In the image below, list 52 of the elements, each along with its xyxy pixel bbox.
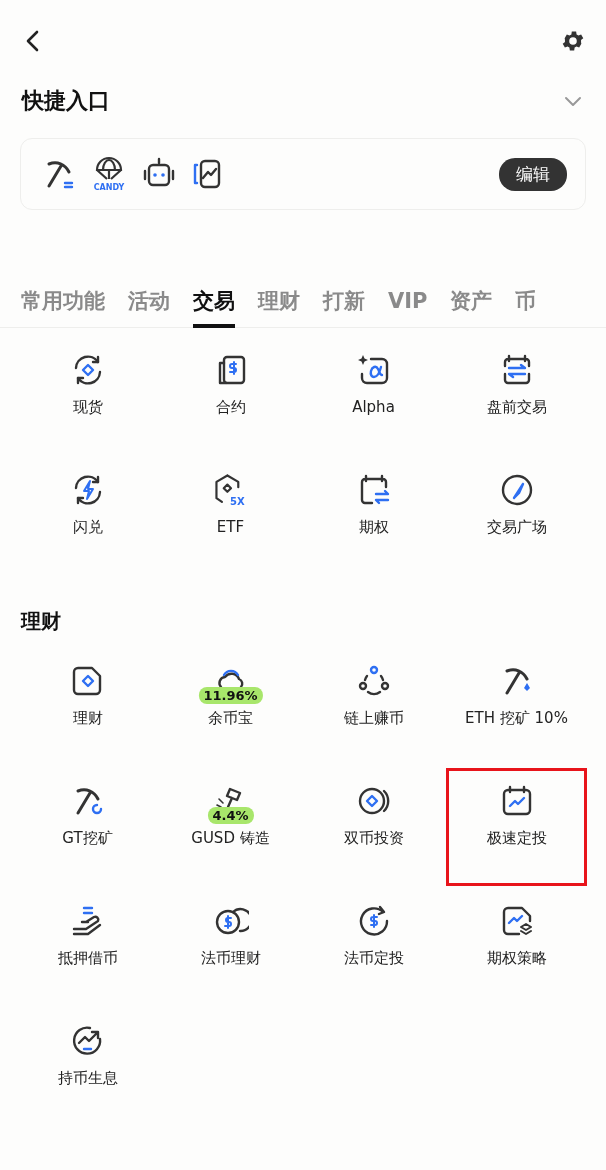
feature-label: 双币投资 (343, 829, 404, 848)
candy-label: CANDY (93, 183, 125, 192)
feature-label: 闪兑 (72, 518, 103, 537)
feature-label: 抵押借币 (57, 949, 118, 968)
rate-badge: 11.96% (198, 687, 263, 704)
feature-item[interactable]: 理财 (16, 647, 159, 767)
feature-item[interactable]: 期权 (302, 456, 445, 576)
feature-item[interactable]: Alpha (302, 336, 445, 456)
feature-item[interactable]: 极速定投 (445, 767, 588, 887)
feature-label: 余币宝 (208, 709, 253, 728)
feature-label: 交易广场 (486, 518, 547, 537)
feature-item[interactable]: 期权策略 (445, 887, 588, 1007)
feature-item[interactable]: 现货 (16, 336, 159, 456)
feature-item[interactable]: 5X ETF (159, 456, 302, 576)
feature-label: ETH 挖矿 10% (465, 709, 568, 728)
feature-label: 期权策略 (486, 949, 547, 968)
category-tab[interactable]: 交易 (193, 278, 235, 328)
feature-item[interactable]: 闪兑 (16, 456, 159, 576)
feature-item[interactable]: 法币理财 (159, 887, 302, 1007)
feature-item[interactable]: 双币投资 (302, 767, 445, 887)
feature-label: 合约 (215, 398, 246, 417)
feature-label: GUSD 铸造 (191, 829, 270, 848)
feature-item[interactable]: 4.4% GUSD 铸造 (159, 767, 302, 887)
feature-label: ETF (216, 518, 245, 536)
section-title: 快捷入口 (22, 87, 110, 115)
feature-label: 极速定投 (486, 829, 547, 848)
feature-label: 现货 (72, 398, 103, 417)
feature-label: 链上赚币 (343, 709, 404, 728)
feature-item[interactable]: 持币生息 (16, 1007, 159, 1127)
feature-item[interactable]: 盘前交易 (445, 336, 588, 456)
feature-label: 盘前交易 (486, 398, 547, 417)
feature-item[interactable]: 法币定投 (302, 887, 445, 1007)
feature-label: 理财 (72, 709, 103, 728)
feature-item[interactable]: 11.96% 余币宝 (159, 647, 302, 767)
feature-item[interactable]: 链上赚币 (302, 647, 445, 767)
rate-badge: 4.4% (207, 807, 254, 824)
feature-label: 法币定投 (343, 949, 404, 968)
feature-label: GT挖矿 (62, 829, 113, 848)
feature-label: 法币理财 (200, 949, 261, 968)
edit-button[interactable]: 编辑 (499, 157, 567, 191)
feature-item[interactable]: 交易广场 (445, 456, 588, 576)
feature-label: 期权 (358, 518, 389, 537)
leverage-label: 5X (229, 496, 245, 508)
section-title: 理财 (19, 608, 62, 635)
feature-item[interactable]: 抵押借币 (16, 887, 159, 1007)
settings-button[interactable] (560, 28, 586, 54)
feature-item[interactable]: 合约 (159, 336, 302, 456)
feature-label: Alpha (352, 398, 395, 416)
feature-item[interactable]: GT挖矿 (16, 767, 159, 887)
feature-label: 持币生息 (57, 1069, 118, 1088)
settings-icon (560, 28, 586, 54)
feature-item[interactable]: ETH 挖矿 10% (445, 647, 588, 767)
